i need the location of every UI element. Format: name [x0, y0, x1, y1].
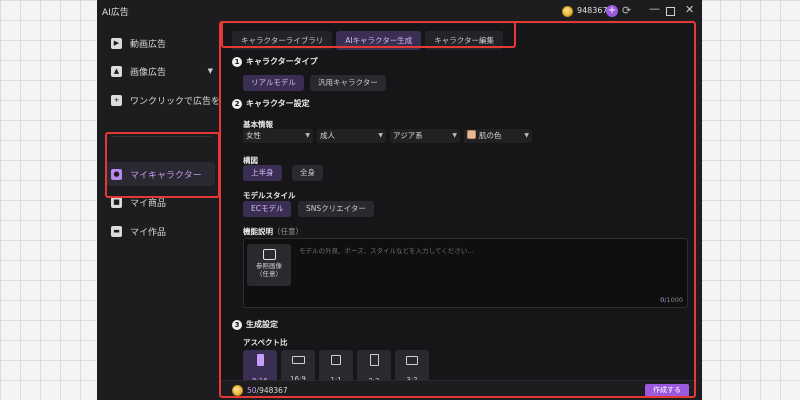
- app-title: AI広告: [102, 8, 129, 18]
- sidebar-item-one-click-ad[interactable]: + ワンクリックで広告を...: [111, 89, 229, 111]
- sidebar-item-label: マイ作品: [130, 227, 167, 238]
- coin-icon: [562, 6, 573, 17]
- video-icon: ▶: [111, 37, 122, 49]
- add-credits-icon[interactable]: +: [606, 5, 618, 17]
- folder-icon: ▬: [111, 225, 122, 237]
- highlight-box-main: [219, 21, 696, 398]
- sidebar-item-video-ads[interactable]: ▶ 動画広告: [111, 32, 217, 54]
- add-icon: +: [111, 94, 122, 106]
- highlight-box-sidebar: [105, 132, 220, 198]
- app-window: AI広告 948367 + ⟳ — ✕ ▶ 動画広告 ▲ 画像広告 ▼ + ワン…: [97, 0, 702, 400]
- refresh-icon[interactable]: ⟳: [622, 4, 631, 17]
- credit-balance: 948367: [577, 6, 608, 15]
- close-icon[interactable]: ✕: [685, 3, 694, 16]
- sidebar-item-label: 画像広告: [130, 67, 167, 78]
- maximize-icon[interactable]: [666, 7, 675, 16]
- bag-icon: ■: [111, 196, 122, 208]
- sidebar-item-image-ads[interactable]: ▲ 画像広告 ▼: [111, 60, 217, 82]
- image-icon: ▲: [111, 65, 122, 77]
- sidebar-item-label: ワンクリックで広告を...: [130, 96, 229, 107]
- sidebar: ▶ 動画広告 ▲ 画像広告 ▼ + ワンクリックで広告を... ● マイキャラク…: [97, 24, 229, 400]
- sidebar-item-my-works[interactable]: ▬ マイ作品: [111, 220, 217, 242]
- sidebar-item-label: 動画広告: [130, 39, 167, 50]
- minimize-icon[interactable]: —: [649, 2, 660, 15]
- chevron-down-icon: ▼: [207, 67, 213, 75]
